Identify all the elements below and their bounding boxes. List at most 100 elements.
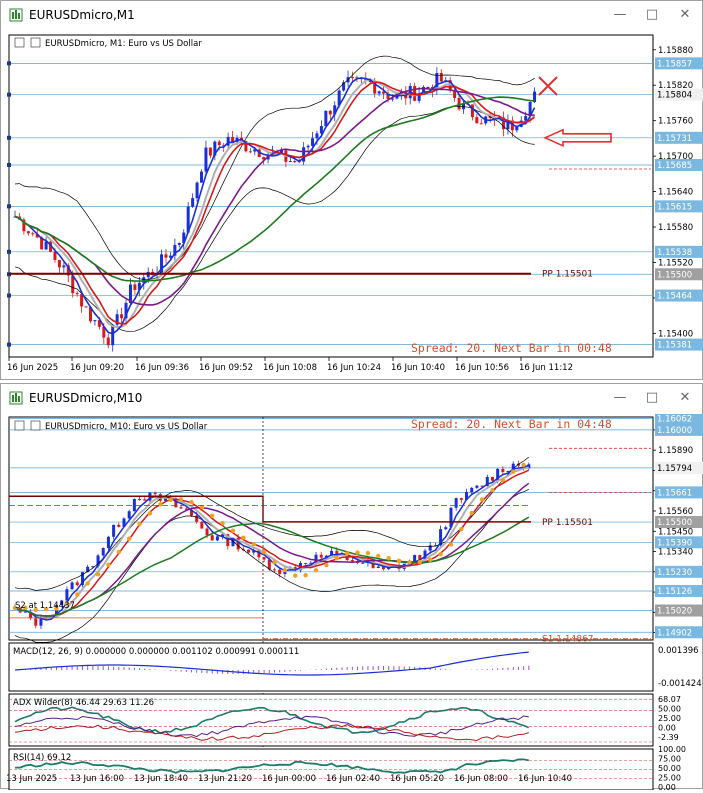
window-titlebar[interactable]: EURUSDmicro,M10 — □ ✕	[1, 384, 702, 414]
candle-body	[195, 182, 199, 199]
candle-body	[164, 254, 168, 258]
indicator-dot	[490, 488, 495, 493]
candle-body	[133, 284, 137, 290]
indicator-dot	[500, 477, 506, 483]
candle-body	[112, 524, 116, 537]
price-chart-m1[interactable]: PP 1.15501 EURUSDmicro, M1: Euro vs US Do…	[1, 31, 703, 379]
candle-body	[288, 161, 292, 163]
time-axis-m10: 13 Jun 2025 13 Jun 16:00 13 Jun 18:40 13 Ju…	[0, 771, 703, 787]
level-marker	[7, 162, 11, 167]
candle-body	[84, 306, 88, 308]
indicator-dot	[386, 556, 391, 561]
indicator-dot	[178, 497, 184, 502]
candle-body	[479, 123, 483, 125]
indicator-dot	[261, 550, 267, 555]
candle-body	[350, 77, 354, 79]
price-box: 1.15731	[657, 134, 692, 144]
candle-body	[106, 536, 110, 549]
candle-body	[57, 259, 61, 268]
indicator-dot	[313, 568, 319, 573]
indicator-dot	[407, 560, 412, 565]
price-box: 1.15685	[657, 161, 692, 171]
candle-body	[248, 151, 252, 153]
indicator-dot	[365, 550, 371, 556]
price-box: 1.15390	[657, 538, 692, 548]
indicator-dot	[241, 535, 246, 540]
candle-body	[153, 492, 157, 495]
indicator-dot	[272, 560, 277, 565]
price-tick-label: 1.15580	[658, 223, 693, 233]
close-icon[interactable]: ✕	[677, 390, 693, 406]
minimize-icon[interactable]: —	[612, 390, 628, 406]
adx-tick-label: 50.00	[658, 705, 681, 714]
maximize-icon[interactable]: □	[644, 7, 660, 23]
indicator-dot	[75, 592, 80, 597]
candle-body	[501, 468, 505, 472]
price-box: 1.15615	[657, 202, 692, 212]
indicator-dot	[479, 497, 485, 502]
price-box: 1.15126	[657, 587, 692, 597]
minimize-icon[interactable]: —	[612, 7, 628, 23]
indicator-dot	[417, 559, 423, 565]
indicator-dot	[230, 528, 236, 533]
indicator-dot	[521, 462, 526, 468]
candle-body	[439, 72, 443, 82]
candle-body	[31, 233, 35, 235]
candle-body	[120, 314, 124, 319]
candle-body	[111, 324, 115, 346]
level-marker	[7, 342, 11, 347]
window-titlebar[interactable]: EURUSDmicro,M1 — □ ✕	[1, 1, 702, 31]
candle-body	[208, 147, 212, 156]
time-label: 16 Jun 09:36	[135, 363, 189, 373]
indicator-dot	[168, 497, 173, 503]
level-marker	[7, 92, 11, 97]
candle-body	[210, 535, 214, 541]
chart-window-icon	[9, 8, 23, 22]
chart-indicators-icon	[30, 37, 41, 48]
level-marker	[7, 204, 11, 209]
indicator-dot	[282, 568, 288, 573]
price-tick-label: 1.15520	[658, 258, 693, 268]
price-box: 1.15230	[657, 568, 692, 578]
candle-body	[53, 251, 57, 260]
price-tick-label: 1.15340	[658, 548, 693, 558]
maximize-icon[interactable]: □	[644, 390, 660, 406]
price-chart-m10[interactable]: PP 1.15501S1 1.14867S2 at 1.14437EURUSDm…	[1, 412, 703, 792]
candle-body	[413, 555, 417, 562]
candle-body	[454, 498, 458, 508]
time-label: 13 Jun 16:00	[70, 774, 124, 784]
candle-body	[444, 527, 448, 530]
price-box: 1.15857	[657, 59, 692, 69]
time-label: 16 Jun 09:20	[70, 363, 124, 373]
indicator-dot	[220, 520, 225, 526]
price-box: 1.16000	[657, 426, 692, 436]
price-box: 1.15464	[657, 292, 692, 302]
candle-body	[426, 86, 430, 88]
time-label: 13 Jun 18:40	[134, 774, 188, 784]
spread-text: Spread: 20. Next Bar in 04:48	[411, 417, 612, 431]
candle-body	[191, 198, 195, 207]
candle-body	[80, 294, 84, 307]
time-label: 13 Jun 2025	[6, 774, 57, 784]
time-label: 16 Jun 10:40	[391, 363, 445, 373]
price-box: 1.15794	[657, 464, 692, 474]
time-label: 16 Jun 02:40	[326, 774, 380, 784]
candle-body	[328, 110, 332, 115]
candle-body	[311, 138, 315, 146]
candle-body	[293, 161, 297, 163]
level-marker	[7, 135, 11, 140]
candle-body	[143, 499, 147, 501]
price-tick-label: 1.15640	[658, 188, 693, 198]
candle-body	[470, 104, 474, 118]
chart-label: EURUSDmicro, M1: Euro vs US Dollar	[45, 39, 202, 49]
candle-body	[315, 133, 319, 139]
candle-body	[26, 231, 30, 234]
close-icon[interactable]: ✕	[677, 7, 693, 23]
candle-body	[475, 117, 479, 124]
s2-label: S2 at 1.14437	[15, 601, 75, 611]
indicator-dot	[438, 551, 443, 557]
candle-body	[138, 499, 142, 501]
indicator-dot	[147, 511, 153, 516]
adx-tick-label: 68.07	[658, 695, 681, 704]
candle-body	[319, 554, 323, 558]
